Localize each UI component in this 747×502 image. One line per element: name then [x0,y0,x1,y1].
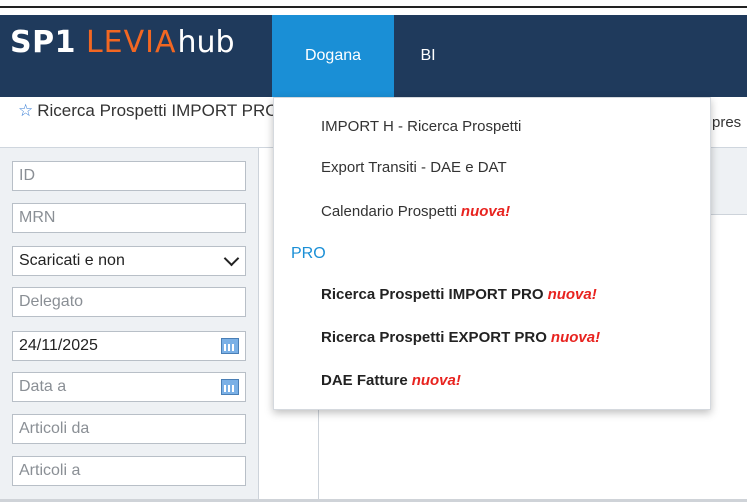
date-to-field[interactable]: Data a [12,372,246,402]
menu-item-label: Calendario Prospetti [321,203,457,220]
star-icon[interactable]: ☆ [18,101,33,120]
new-badge: nuova! [547,286,597,303]
menu-item-calendario[interactable]: Calendario Prospetti nuova! [321,203,510,220]
new-badge: nuova! [550,329,601,346]
calendar-icon[interactable] [221,379,239,395]
articoli-da-field[interactable]: Articoli da [12,414,246,444]
calendar-icon[interactable] [221,338,239,354]
menu-item-export-transiti[interactable]: Export Transiti - DAE e DAT [321,159,507,176]
menu-item-ricerca-import-pro[interactable]: Ricerca Prospetti IMPORT PRO nuova! [321,286,597,303]
articoli-a-field[interactable]: Articoli a [12,456,246,486]
status-select-value: Scaricati e non [19,252,125,269]
header-right-fragment: pres [712,114,742,131]
menu-item-label: Ricerca Prospetti EXPORT PRO [321,329,547,346]
date-from-field[interactable]: 24/11/2025 [12,331,246,361]
nav-dogana[interactable]: Dogana [272,15,394,97]
menu-item-label: Export Transiti - DAE e DAT [321,159,507,176]
page-title: ☆ Ricerca Prospetti IMPORT PRO [18,101,280,121]
menu-item-label: DAE Fatture [321,372,408,389]
app-logo[interactable]: SP1 LEVIA hub [10,25,235,61]
logo-levia: LEVIA [85,25,177,60]
date-to-placeholder: Data a [19,378,67,395]
logo-sp1: SP1 [10,25,76,60]
logo-hub: hub [177,25,235,60]
menu-item-import-h[interactable]: IMPORT H - Ricerca Prospetti [321,118,521,135]
filter-sidebar [0,148,259,502]
dogana-dropdown-menu: IMPORT H - Ricerca Prospetti Export Tran… [273,97,711,410]
nav-bi[interactable]: BI [398,15,458,97]
id-field[interactable]: ID [12,161,246,191]
date-from-value: 24/11/2025 [19,337,98,354]
delegato-field[interactable]: Delegato [12,287,246,317]
chevron-down-icon [223,250,240,267]
menu-section-pro: PRO [291,245,326,262]
window-top-border [0,0,747,8]
menu-item-ricerca-export-pro[interactable]: Ricerca Prospetti EXPORT PRO nuova! [321,329,600,346]
menu-item-label: Ricerca Prospetti IMPORT PRO [321,286,544,303]
status-select[interactable]: Scaricati e non [12,246,246,276]
page-title-text: Ricerca Prospetti IMPORT PRO [37,101,279,120]
new-badge: nuova! [460,203,511,220]
new-badge: nuova! [411,372,461,389]
menu-item-label: IMPORT H - Ricerca Prospetti [321,118,522,135]
mrn-field[interactable]: MRN [12,203,246,233]
menu-item-dae-fatture[interactable]: DAE Fatture nuova! [321,372,461,389]
